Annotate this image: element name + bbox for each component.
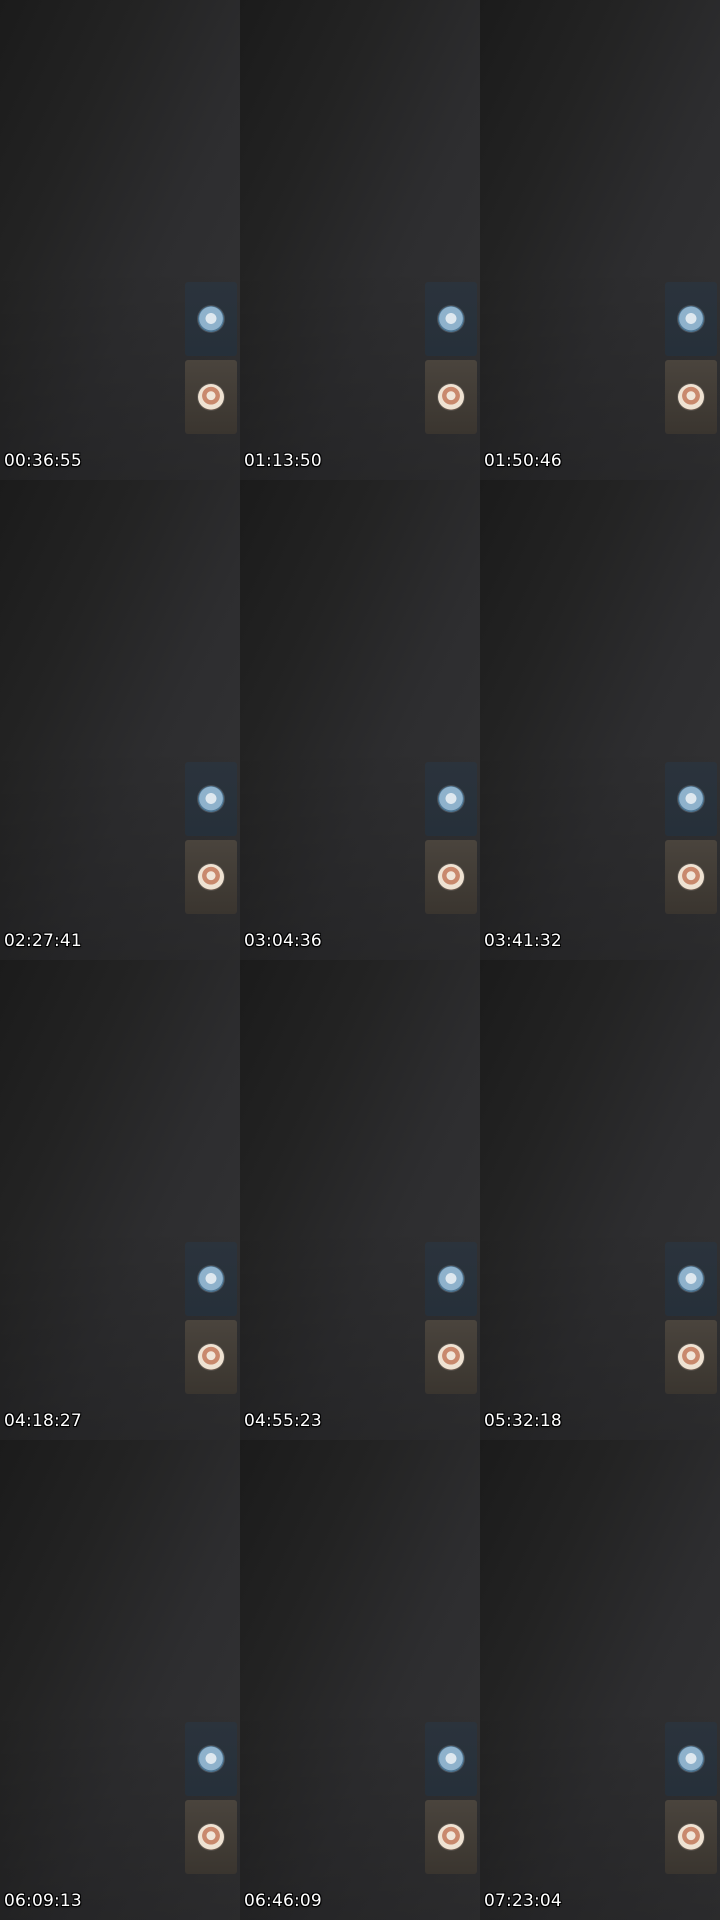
video-frame-10: 06:09:13 xyxy=(0,1440,240,1920)
participant-card-1[interactable] xyxy=(185,762,237,836)
participant-avatar-icon xyxy=(198,786,224,812)
participant-avatar-icon xyxy=(198,1266,224,1292)
participant-card-1[interactable] xyxy=(185,1242,237,1316)
video-frame-06: 03:41:32 xyxy=(480,480,720,960)
participant-cards xyxy=(665,762,717,914)
participant-avatar-icon xyxy=(438,864,464,890)
participant-avatar-icon xyxy=(438,1266,464,1292)
frame-timestamp: 00:36:55 xyxy=(4,451,82,471)
participant-card-2[interactable] xyxy=(425,1800,477,1874)
frame-timestamp: 01:13:50 xyxy=(244,451,322,471)
participant-card-2[interactable] xyxy=(425,840,477,914)
participant-card-1[interactable] xyxy=(665,762,717,836)
participant-card-2[interactable] xyxy=(185,1800,237,1874)
participant-cards xyxy=(425,282,477,434)
participant-card-1[interactable] xyxy=(425,1722,477,1796)
video-frame-08: 04:55:23 xyxy=(240,960,480,1440)
participant-card-1[interactable] xyxy=(665,1722,717,1796)
participant-card-1[interactable] xyxy=(425,282,477,356)
participant-avatar-icon xyxy=(678,1266,704,1292)
video-frame-01: 00:36:55 xyxy=(0,0,240,480)
participant-avatar-icon xyxy=(198,306,224,332)
frame-timestamp: 07:23:04 xyxy=(484,1891,562,1911)
participant-card-1[interactable] xyxy=(185,282,237,356)
participant-card-1[interactable] xyxy=(665,282,717,356)
participant-avatar-icon xyxy=(198,1824,224,1850)
participant-card-2[interactable] xyxy=(665,360,717,434)
participant-avatar-icon xyxy=(198,1746,224,1772)
frame-timestamp: 03:41:32 xyxy=(484,931,562,951)
video-frame-11: 06:46:09 xyxy=(240,1440,480,1920)
participant-card-2[interactable] xyxy=(665,1800,717,1874)
participant-cards xyxy=(185,1242,237,1394)
frame-timestamp: 02:27:41 xyxy=(4,931,82,951)
participant-avatar-icon xyxy=(678,864,704,890)
participant-avatar-icon xyxy=(678,1746,704,1772)
frame-timestamp: 06:46:09 xyxy=(244,1891,322,1911)
participant-avatar-icon xyxy=(678,306,704,332)
frame-timestamp: 03:04:36 xyxy=(244,931,322,951)
participant-cards xyxy=(665,282,717,434)
participant-card-2[interactable] xyxy=(665,840,717,914)
frame-timestamp: 04:18:27 xyxy=(4,1411,82,1431)
participant-card-1[interactable] xyxy=(425,1242,477,1316)
participant-cards xyxy=(185,282,237,434)
participant-card-1[interactable] xyxy=(665,1242,717,1316)
participant-cards xyxy=(665,1722,717,1874)
frame-timestamp: 04:55:23 xyxy=(244,1411,322,1431)
video-frame-05: 03:04:36 xyxy=(240,480,480,960)
participant-cards xyxy=(425,1242,477,1394)
video-frame-09: 05:32:18 xyxy=(480,960,720,1440)
participant-cards xyxy=(185,1722,237,1874)
video-frame-07: 04:18:27 xyxy=(0,960,240,1440)
participant-avatar-icon xyxy=(438,384,464,410)
participant-cards xyxy=(425,1722,477,1874)
participant-avatar-icon xyxy=(438,306,464,332)
frame-timestamp: 01:50:46 xyxy=(484,451,562,471)
frame-grid: 00:36:55 01:13:50 01:50:46 02:27:41 03:0… xyxy=(0,0,720,1920)
participant-cards xyxy=(425,762,477,914)
participant-avatar-icon xyxy=(678,1344,704,1370)
participant-avatar-icon xyxy=(438,1746,464,1772)
participant-card-1[interactable] xyxy=(185,1722,237,1796)
participant-card-2[interactable] xyxy=(425,360,477,434)
participant-card-2[interactable] xyxy=(185,360,237,434)
participant-avatar-icon xyxy=(438,1344,464,1370)
participant-card-2[interactable] xyxy=(185,1320,237,1394)
video-frame-04: 02:27:41 xyxy=(0,480,240,960)
video-frame-12: 07:23:04 xyxy=(480,1440,720,1920)
participant-card-2[interactable] xyxy=(425,1320,477,1394)
frame-timestamp: 05:32:18 xyxy=(484,1411,562,1431)
participant-card-2[interactable] xyxy=(665,1320,717,1394)
participant-avatar-icon xyxy=(678,786,704,812)
participant-avatar-icon xyxy=(438,786,464,812)
participant-cards xyxy=(665,1242,717,1394)
participant-card-2[interactable] xyxy=(185,840,237,914)
frame-timestamp: 06:09:13 xyxy=(4,1891,82,1911)
participant-avatar-icon xyxy=(438,1824,464,1850)
participant-avatar-icon xyxy=(198,1344,224,1370)
participant-cards xyxy=(185,762,237,914)
participant-avatar-icon xyxy=(198,864,224,890)
video-frame-03: 01:50:46 xyxy=(480,0,720,480)
participant-avatar-icon xyxy=(678,384,704,410)
participant-card-1[interactable] xyxy=(425,762,477,836)
video-frame-02: 01:13:50 xyxy=(240,0,480,480)
participant-avatar-icon xyxy=(198,384,224,410)
participant-avatar-icon xyxy=(678,1824,704,1850)
